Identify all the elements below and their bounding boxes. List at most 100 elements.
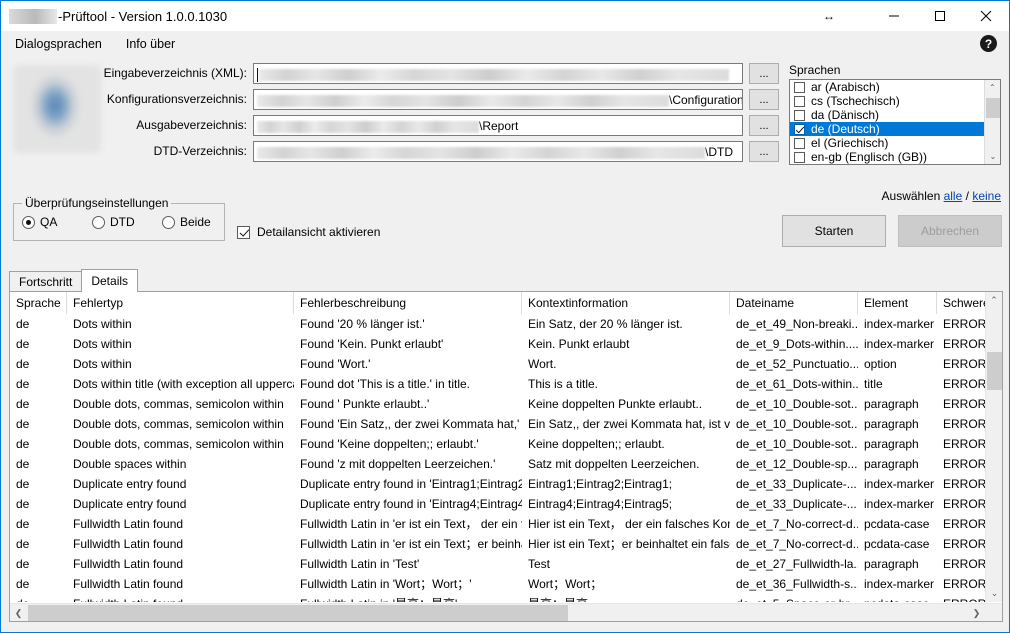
path-field-input[interactable] [253, 63, 743, 84]
table-cell-element: index-marker [864, 497, 935, 511]
table-cell-fehlertyp: Fullwidth Latin found [73, 577, 184, 591]
language-list-item[interactable]: ar (Arabisch) [790, 80, 1000, 94]
languages-rows: ar (Arabisch) cs (Tschechisch) da (Dänisch… [790, 80, 1000, 164]
table-cell-fehlerbeschreibung: Duplicate entry found in 'Eintrag1;Eintr… [300, 477, 522, 491]
grid-column-header-fehlertyp[interactable]: Fehlertyp [67, 292, 294, 314]
language-list-item[interactable]: en-gb (Englisch (GB)) [790, 150, 1000, 164]
table-cell-element: pcdata-case [858, 594, 937, 602]
table-row[interactable]: de Double dots, commas, semicolon within F… [10, 434, 1002, 454]
languages-scroll-thumb[interactable] [986, 98, 1000, 118]
language-checkbox[interactable] [794, 151, 805, 163]
languages-scrollbar[interactable]: ⌃ ⌄ [984, 80, 1000, 164]
validation-settings-group: Überprüfungseinstellungen QA DTD Beide [13, 196, 225, 241]
table-cell-dateiname: de_et_9_Dots-within.... [736, 337, 858, 351]
grid-scroll-up-icon[interactable]: ⌃ [986, 292, 1002, 309]
table-row[interactable]: de Double dots, commas, semicolon within F… [10, 414, 1002, 434]
path-field-input[interactable]: \Report [253, 115, 743, 136]
table-cell-kontextinformation: Wort. [528, 357, 557, 371]
table-row[interactable]: de Dots within title (with exception all … [10, 374, 1002, 394]
languages-listbox[interactable]: ar (Arabisch) cs (Tschechisch) da (Dänisch… [789, 79, 1001, 165]
table-cell-kontextinformation: Hier ist ein Text；er beinhaltet ein fals… [528, 537, 730, 551]
table-cell-element: pcdata-case [864, 537, 930, 551]
table-row[interactable]: de Duplicate entry found Duplicate entry f… [10, 494, 1002, 514]
grid-vertical-scroll-thumb[interactable] [987, 352, 1002, 390]
table-row[interactable]: deFullwidth Latin foundFullwidth Latin i… [10, 574, 1002, 594]
table-cell-sprache: de [16, 417, 30, 431]
table-cell-schweregrad: ERROR [943, 557, 986, 571]
table-cell-dateiname: de_et_52_Punctuatio... [736, 357, 858, 371]
grid-column-header-fehlerbeschreibung[interactable]: Fehlerbeschreibung [294, 292, 522, 314]
language-checkbox[interactable] [794, 109, 805, 121]
table-row[interactable]: deFullwidth Latin foundFullwidth Latin i… [10, 534, 1002, 554]
table-cell-dateiname: de_et_49_Non-breaki... [736, 317, 858, 331]
close-button[interactable] [963, 1, 1009, 31]
language-list-item[interactable]: el (Griechisch) [790, 136, 1000, 150]
table-cell-fehlertyp: Duplicate entry found [73, 497, 187, 511]
start-button[interactable]: Starten [782, 215, 886, 247]
grid-column-header-schweregrad[interactable]: Schwereg [937, 292, 986, 314]
table-cell-fehlertyp: Fullwidth Latin found [73, 537, 184, 551]
table-cell-element: paragraph [864, 437, 919, 451]
validation-mode-radio[interactable]: DTD [92, 215, 135, 229]
languages-panel: Sprachen ar (Arabisch) cs (Tschechisch) da… [789, 63, 1001, 165]
language-checkbox[interactable] [794, 137, 805, 149]
grid-vertical-scrollbar[interactable]: ⌃ ⌄ [985, 292, 1002, 602]
table-row[interactable]: deFullwidth Latin foundFullwidth Latin i… [10, 594, 1002, 602]
grid-scroll-left-icon[interactable]: ❮ [10, 604, 27, 621]
radio-button[interactable] [92, 215, 105, 229]
table-cell-schweregrad: ERROR [943, 437, 986, 451]
language-checkbox[interactable] [794, 123, 805, 135]
table-cell-fehlertyp: Fullwidth Latin found [67, 594, 294, 602]
language-list-item[interactable]: de (Deutsch) [790, 122, 1000, 136]
detail-view-checkbox[interactable]: Detailansicht aktivieren [237, 225, 380, 239]
browse-button[interactable]: ... [749, 89, 779, 110]
language-checkbox[interactable] [794, 81, 805, 93]
language-list-item[interactable]: da (Dänisch) [790, 108, 1000, 122]
grid-column-header-sprache[interactable]: Sprache [10, 292, 67, 314]
language-label: en-gb (Englisch (GB)) [811, 150, 928, 164]
detail-view-checkbox-box[interactable] [237, 225, 250, 239]
table-cell-dateiname: de_et_10_Double-sot... [736, 397, 858, 411]
help-icon[interactable]: ? [980, 35, 997, 52]
languages-scroll-down-icon[interactable]: ⌄ [985, 149, 1000, 164]
validation-mode-radio[interactable]: QA [22, 215, 57, 229]
table-row[interactable]: deFullwidth Latin foundFullwidth Latin i… [10, 554, 1002, 574]
grid-column-header-element[interactable]: Element [858, 292, 937, 314]
browse-button[interactable]: ... [749, 63, 779, 84]
grid-horizontal-scroll-thumb[interactable] [28, 605, 568, 621]
path-field-input[interactable]: \DTD [253, 141, 743, 162]
menu-item-info-ueber[interactable]: Info über [116, 34, 185, 54]
table-row[interactable]: de Double dots, commas, semicolon within F… [10, 394, 1002, 414]
table-cell-fehlerbeschreibung: Fullwidth Latin in 'er ist ein Text， der… [300, 517, 522, 531]
tab-fortschritt[interactable]: Fortschritt [9, 271, 83, 292]
browse-button[interactable]: ... [749, 141, 779, 162]
table-row[interactable]: deFullwidth Latin foundFullwidth Latin i… [10, 514, 1002, 534]
table-cell-schweregrad: ERROR [943, 397, 986, 411]
grid-column-header-dateiname[interactable]: Dateiname [730, 292, 858, 314]
maximize-button[interactable] [917, 1, 963, 31]
radio-button[interactable] [162, 215, 175, 229]
select-none-link[interactable]: keine [972, 189, 1001, 203]
grid-horizontal-scrollbar[interactable]: ❮ ❯ [10, 603, 1002, 621]
radio-button[interactable] [22, 215, 35, 229]
language-checkbox[interactable] [794, 95, 805, 107]
grid-scroll-right-icon[interactable]: ❯ [968, 604, 985, 621]
minimize-button[interactable] [871, 1, 917, 31]
language-list-item[interactable]: cs (Tschechisch) [790, 94, 1000, 108]
table-cell-dateiname: de_et_33_Duplicate-... [736, 497, 857, 511]
languages-scroll-up-icon[interactable]: ⌃ [985, 80, 1000, 95]
menu-item-dialogsprachen[interactable]: Dialogsprachen [5, 34, 112, 54]
path-field-input[interactable]: \Configuration [253, 89, 743, 110]
table-row[interactable]: de Duplicate entry found Duplicate entry f… [10, 474, 1002, 494]
table-row[interactable]: de Dots within Found '20 % länger ist.' Ein… [10, 314, 1002, 334]
select-all-link[interactable]: alle [944, 189, 963, 203]
table-row[interactable]: de Dots within Found 'Wort.' Wort. de_et_52_… [10, 354, 1002, 374]
table-row[interactable]: de Dots within Found 'Kein. Punkt erlaubt'… [10, 334, 1002, 354]
grid-column-header-kontextinformation[interactable]: Kontextinformation [522, 292, 730, 314]
tab-details[interactable]: Details [81, 269, 139, 292]
grid-scroll-down-icon[interactable]: ⌄ [986, 585, 1002, 602]
browse-button[interactable]: ... [749, 115, 779, 136]
table-row[interactable]: de Double spaces within Found 'z mit doppe… [10, 454, 1002, 474]
radio-label: QA [40, 215, 58, 229]
validation-mode-radio[interactable]: Beide [162, 215, 211, 229]
